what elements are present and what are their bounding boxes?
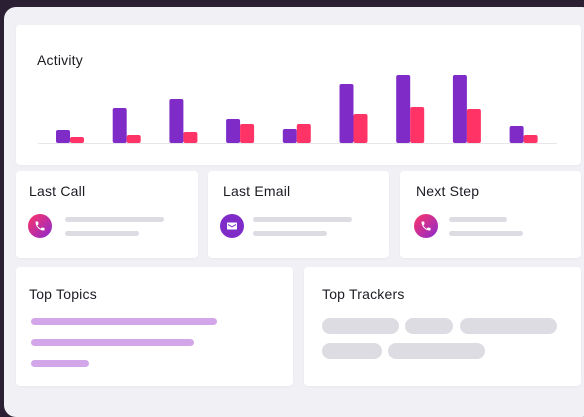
tracker-pill[interactable] <box>322 318 399 334</box>
last-call-title: Last Call <box>29 183 86 199</box>
activity-bar-purple-9[interactable] <box>509 126 524 143</box>
activity-bar-purple-2[interactable] <box>112 108 127 143</box>
tracker-pill[interactable] <box>388 343 485 359</box>
placeholder-line <box>449 217 507 222</box>
activity-bar-purple-5[interactable] <box>282 129 297 143</box>
top-topics-card[interactable]: Top Topics <box>16 267 293 386</box>
top-topics-title: Top Topics <box>29 286 97 302</box>
tracker-pill[interactable] <box>460 318 557 334</box>
activity-bar-purple-8[interactable] <box>452 75 467 143</box>
placeholder-line <box>253 231 327 236</box>
top-trackers-card[interactable]: Top Trackers <box>304 267 581 386</box>
tracker-pill[interactable] <box>322 343 382 359</box>
last-email-title: Last Email <box>223 183 291 199</box>
placeholder-line <box>253 217 352 222</box>
activity-bar-red-1[interactable] <box>70 137 84 143</box>
topic-bar[interactable] <box>31 339 194 346</box>
activity-bar-purple-4[interactable] <box>226 119 241 143</box>
mail-icon <box>220 214 244 238</box>
phone-icon <box>414 214 438 238</box>
activity-bar-purple-7[interactable] <box>396 75 411 143</box>
activity-bar-red-3[interactable] <box>183 132 198 143</box>
activity-chart <box>38 75 557 144</box>
activity-bar-purple-3[interactable] <box>169 99 184 143</box>
activity-bar-purple-6[interactable] <box>339 84 354 143</box>
activity-bar-red-4[interactable] <box>240 124 255 143</box>
dashboard-frame: Activity Last Call Last Email Next Step … <box>4 7 584 417</box>
activity-card: Activity <box>16 25 581 165</box>
activity-bar-red-9[interactable] <box>523 135 538 143</box>
activity-bar-red-7[interactable] <box>410 107 425 143</box>
placeholder-line <box>449 231 523 236</box>
last-call-card[interactable]: Last Call <box>16 171 198 258</box>
activity-bar-red-6[interactable] <box>353 114 368 143</box>
top-trackers-title: Top Trackers <box>322 286 405 302</box>
topic-bar[interactable] <box>31 318 217 325</box>
activity-bar-red-5[interactable] <box>296 124 311 143</box>
phone-icon <box>28 214 52 238</box>
last-email-card[interactable]: Last Email <box>208 171 389 258</box>
placeholder-line <box>65 231 139 236</box>
placeholder-line <box>65 217 164 222</box>
activity-bar-red-8[interactable] <box>466 109 481 143</box>
next-step-title: Next Step <box>416 183 480 199</box>
next-step-card[interactable]: Next Step <box>400 171 581 258</box>
tracker-pill[interactable] <box>405 318 453 334</box>
topic-bar[interactable] <box>31 360 89 367</box>
activity-bar-red-2[interactable] <box>126 135 141 143</box>
activity-bar-purple-1[interactable] <box>56 130 70 143</box>
